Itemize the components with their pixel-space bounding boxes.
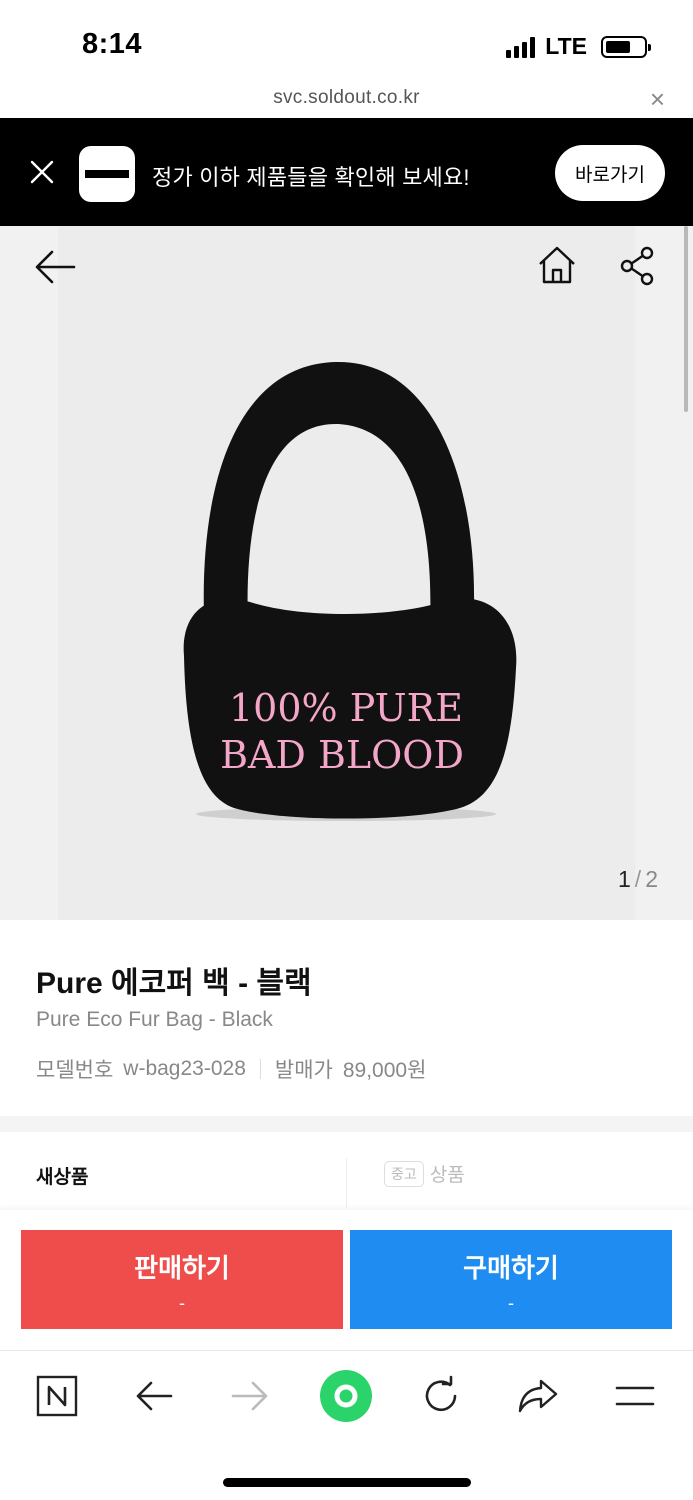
tab-used-product[interactable]: 중고 상품 [384,1160,465,1187]
image-pager: 1/2 [618,866,658,893]
tab-divider [346,1158,347,1208]
status-bar: 8:14 LTE [0,0,693,84]
banner-message: 정가 이하 제품들을 확인해 보세요! [152,165,470,190]
forward-icon[interactable] [229,1375,271,1417]
meta-divider [259,1059,261,1079]
product-image-gallery[interactable]: 100% PURE BAD BLOOD 1/2 [0,226,693,920]
naver-n-icon[interactable] [36,1375,78,1417]
action-bar: 판매하기 - 구매하기 - [0,1210,693,1350]
scrollbar-thumb[interactable] [684,226,688,412]
buy-button-price: - [508,1292,514,1313]
back-icon[interactable] [133,1375,175,1417]
buy-button[interactable]: 구매하기 - [350,1230,672,1329]
product-title-ko: Pure 에코퍼 백 - 블랙 [36,967,312,1000]
product-bag-image: 100% PURE BAD BLOOD [183,361,517,821]
banner-cta-button[interactable]: 바로가기 [555,145,665,201]
used-label: 상품 [429,1165,465,1186]
home-icon[interactable] [536,244,578,286]
release-price-label: 발매가 [274,1059,333,1082]
soldout-logo [79,146,135,202]
sell-button-price: - [179,1292,185,1313]
back-arrow-icon[interactable] [34,248,76,286]
product-title-en: Pure Eco Fur Bag - Black [36,1008,273,1031]
promo-banner: 정가 이하 제품들을 확인해 보세요! 바로가기 [0,118,693,226]
status-indicators: LTE [506,33,651,60]
section-separator [0,1116,693,1132]
network-label: LTE [545,33,587,59]
pager-separator: / [634,866,642,892]
product-info: Pure 에코퍼 백 - 블랙 Pure Eco Fur Bag - Black… [0,920,693,1116]
model-number-label: 모델번호 [36,1059,114,1082]
model-number-value: w-bag23-028 [123,1057,246,1080]
menu-icon[interactable] [614,1375,656,1417]
buy-button-label: 구매하기 [463,1252,559,1283]
used-badge: 중고 [384,1160,424,1187]
url-text[interactable]: svc.soldout.co.kr [0,87,693,109]
refresh-icon[interactable] [420,1375,462,1417]
condition-tabs: 새상품 중고 상품 [0,1132,693,1210]
bag-print-line2: BAD BLOOD [220,733,464,777]
close-icon[interactable] [28,158,56,186]
pager-current: 1 [618,866,631,892]
sell-button-label: 판매하기 [134,1252,230,1283]
product-meta: 모델번호 w-bag23-028 발매가 89,000원 [36,1054,426,1084]
signal-icon [506,36,536,58]
status-time: 8:14 [82,28,143,60]
tab-new-product[interactable]: 새상품 [36,1162,88,1189]
naver-green-dot-icon[interactable] [319,1369,373,1423]
sell-button[interactable]: 판매하기 - [21,1230,343,1329]
browser-toolbar [0,1350,693,1500]
url-close-icon[interactable]: × [650,86,665,112]
release-price-value: 89,000원 [342,1059,427,1082]
pager-total: 2 [645,866,658,892]
bag-print-line1: 100% PURE [229,686,463,730]
home-indicator[interactable] [223,1478,471,1487]
url-bar[interactable]: svc.soldout.co.kr × [0,84,693,118]
battery-icon [601,35,651,58]
share-icon[interactable] [617,246,657,286]
share-arrow-icon[interactable] [517,1375,559,1417]
